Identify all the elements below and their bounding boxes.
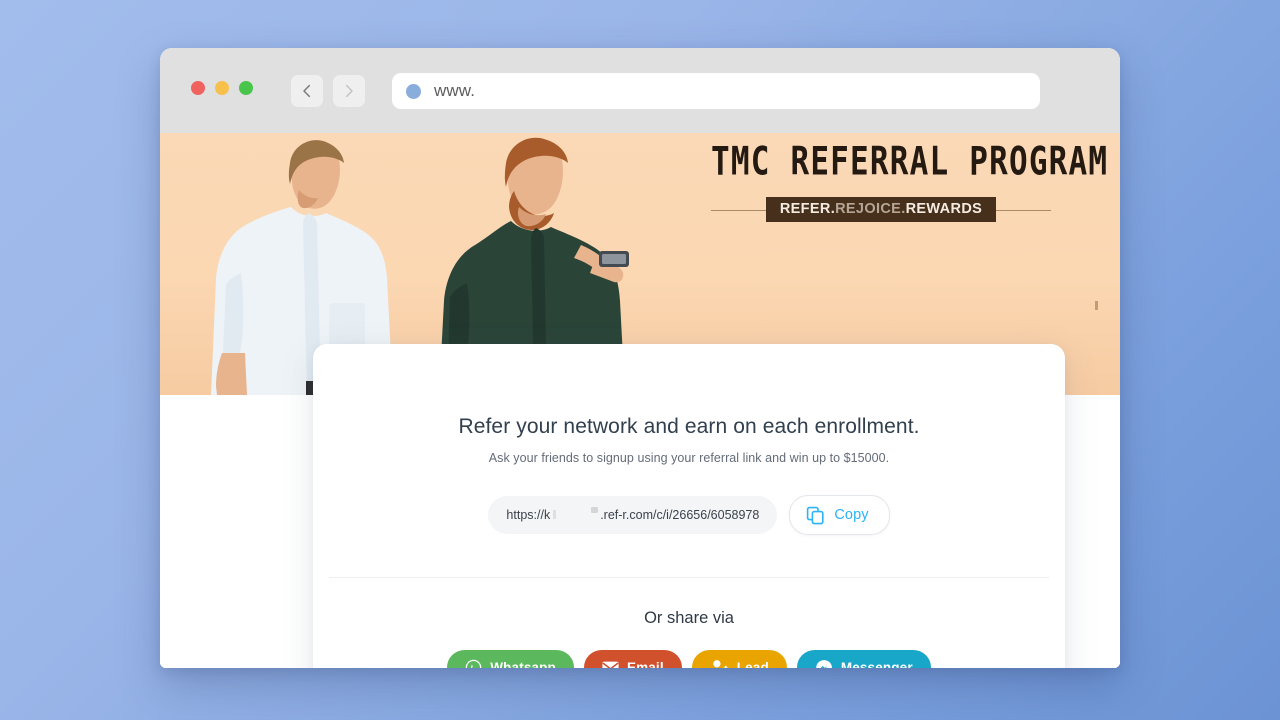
- card-subheading: Ask your friends to signup using your re…: [488, 451, 890, 465]
- traffic-light-group: [191, 81, 253, 95]
- share-email-label: Email: [626, 660, 664, 668]
- referral-link-suffix: .ref-r.com/c/i/26656/6058978: [600, 508, 760, 522]
- hero-subtitle-wrap: REFER.REJOICE.REWARDS: [711, 197, 1051, 222]
- hero-subtitle-part-2: REJOICE.: [835, 201, 906, 217]
- share-email-button[interactable]: Email: [583, 650, 682, 668]
- hero-title-block: TMC REFERRAL PROGRAM REFER.REJOICE.REWAR…: [711, 139, 1109, 222]
- back-button[interactable]: [291, 75, 323, 107]
- messenger-icon: [816, 659, 832, 668]
- address-bar[interactable]: www.: [392, 73, 1040, 109]
- referral-link-row: https://k .ref-r.com/c/i/26656/6058978 Co…: [313, 495, 1065, 535]
- close-window-button[interactable]: [191, 81, 205, 95]
- user-plus-icon: [713, 660, 729, 668]
- referral-link-field[interactable]: https://k .ref-r.com/c/i/26656/6058978: [488, 496, 778, 534]
- address-bar-text: www.: [434, 81, 476, 100]
- share-section-title: Or share via: [644, 609, 734, 627]
- copy-link-label: Copy: [834, 507, 869, 523]
- share-buttons-row: Whatsapp Email Lead Messenger: [313, 650, 1065, 668]
- hero-decorative-mark: [1095, 301, 1098, 310]
- browser-chrome: www.: [160, 48, 1120, 133]
- site-icon: [406, 83, 421, 99]
- hero-subtitle-part-1: REFER.: [779, 201, 836, 217]
- navigation-buttons: [291, 75, 365, 107]
- share-lead-button[interactable]: Lead: [691, 650, 787, 668]
- referral-link-prefix: https://k: [506, 508, 551, 522]
- share-messenger-label: Messenger: [840, 660, 913, 668]
- referral-card: Refer your network and earn on each enro…: [313, 344, 1065, 668]
- share-messenger-button[interactable]: Messenger: [796, 650, 931, 668]
- forward-button[interactable]: [333, 75, 365, 107]
- referral-link-redacted: [551, 507, 600, 521]
- share-lead-label: Lead: [736, 660, 769, 668]
- share-whatsapp-label: Whatsapp: [490, 660, 556, 668]
- maximize-window-button[interactable]: [239, 81, 253, 95]
- share-whatsapp-button[interactable]: Whatsapp: [447, 650, 574, 668]
- envelope-icon: [602, 661, 619, 668]
- hero-title: TMC REFERRAL PROGRAM: [711, 139, 1109, 185]
- card-divider: [329, 577, 1049, 578]
- chevron-left-icon: [303, 84, 311, 98]
- card-heading: Refer your network and earn on each enro…: [458, 415, 920, 438]
- chevron-right-icon: [345, 84, 353, 98]
- whatsapp-icon: [465, 659, 482, 668]
- hero-subtitle: REFER.REJOICE.REWARDS: [765, 197, 997, 222]
- page-viewport: TMC REFERRAL PROGRAM REFER.REJOICE.REWAR…: [160, 133, 1120, 668]
- hero-subtitle-part-3: REWARDS: [905, 201, 983, 217]
- copy-link-button[interactable]: Copy: [789, 495, 890, 535]
- minimize-window-button[interactable]: [215, 81, 229, 95]
- copy-icon: [807, 506, 824, 524]
- browser-window: www. TMC REFERRAL PROGRAM REFER.REJOICE.…: [160, 48, 1120, 668]
